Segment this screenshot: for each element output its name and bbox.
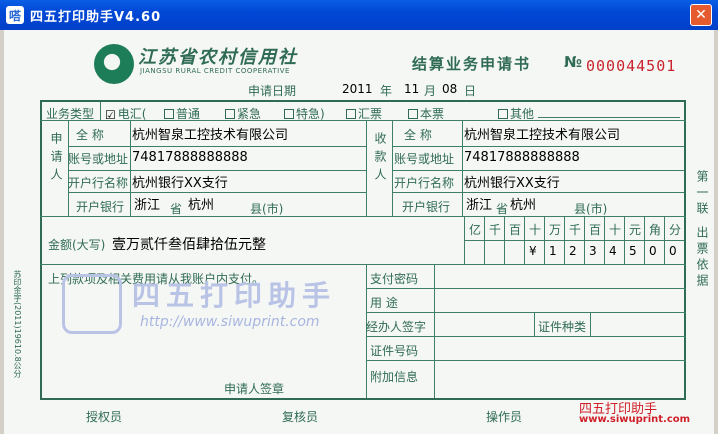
payee-province-unit: 省 (496, 202, 509, 216)
digit-header: 亿 (469, 223, 482, 237)
app-icon: 嗒 (6, 6, 24, 24)
digit-divider (584, 216, 585, 264)
extra-info-label: 附加信息 (370, 370, 419, 384)
payee-section-label: 收款人 (373, 132, 387, 186)
digit-divider (664, 216, 665, 264)
digit-header: 千 (489, 223, 502, 237)
digit-value[interactable]: 2 (569, 244, 577, 258)
digit-divider (504, 216, 505, 264)
digit-header: 百 (589, 223, 602, 237)
digit-value[interactable]: ¥ (529, 244, 537, 258)
payee-city[interactable]: 杭州 (510, 194, 536, 213)
bank-name: 江苏省农村信用社 (138, 47, 298, 68)
watermark-logo-icon (62, 274, 122, 334)
digit-divider (564, 216, 565, 264)
window-title: 四五打印助手V4.60 (30, 9, 162, 25)
payment-password-label: 支付密码 (370, 272, 419, 286)
applicant-bank-label: 开户行名称 (68, 176, 129, 190)
payee-bank-label: 开户行名称 (394, 176, 455, 190)
digit-header: 十 (609, 223, 622, 237)
digit-value[interactable]: 0 (669, 244, 677, 258)
digit-header: 元 (629, 223, 642, 237)
applicant-section-label: 申请人 (49, 132, 63, 186)
digit-divider (544, 216, 545, 264)
copy-note: 第一联 出票依据 (695, 170, 709, 290)
digit-value[interactable]: 0 (649, 244, 657, 258)
applicant-province-unit: 省 (170, 202, 183, 216)
payee-province[interactable]: 浙江 (466, 194, 492, 213)
frame-left (40, 100, 42, 400)
digit-divider (604, 216, 605, 264)
date-label: 申请日期 (248, 84, 297, 98)
applicant-account[interactable]: 74817888888888 (132, 150, 248, 165)
digit-header: 万 (549, 223, 562, 237)
digit-divider (484, 216, 485, 264)
payee-account-label: 账号或地址 (394, 152, 455, 166)
date-month-unit: 月 (424, 84, 437, 98)
applicant-city[interactable]: 杭州 (188, 194, 214, 213)
authorizer-label: 授权员 (86, 410, 123, 424)
digit-header: 十 (529, 223, 542, 237)
digit-value[interactable]: 1 (549, 244, 557, 258)
payee-name-label: 全 称 (404, 128, 432, 142)
frame-top (40, 100, 686, 102)
date-day[interactable]: 08 (442, 82, 457, 96)
payee-account[interactable]: 74817888888888 (464, 150, 580, 165)
payee-city-unit: 县(市) (574, 202, 608, 216)
operator-label: 操作员 (486, 410, 523, 424)
digit-value[interactable]: 4 (609, 244, 617, 258)
applicant-city-unit: 县(市) (250, 202, 284, 216)
id-number-label: 证件号码 (370, 344, 419, 358)
checkbox-icon (346, 109, 356, 119)
form-title: 结算业务申请书 (412, 55, 532, 73)
digit-divider (644, 216, 645, 264)
handler-signature-label: 经办人签字 (366, 320, 427, 334)
applicant-open-bank-label: 开户银行 (76, 200, 125, 214)
watermark-url: http://www.siwuprint.com (140, 314, 320, 330)
id-type-label: 证件种类 (538, 320, 587, 334)
digit-value[interactable]: 3 (589, 244, 597, 258)
watermark-text: 四五打印助手 (132, 279, 337, 312)
payee-name[interactable]: 杭州智泉工控技术有限公司 (464, 124, 620, 143)
digit-header: 千 (569, 223, 582, 237)
settlement-form: 江苏省农村信用社 JIANGSU RURAL CREDIT COOPERATIV… (4, 30, 714, 434)
applicant-bank[interactable]: 杭州银行XX支行 (132, 172, 228, 191)
applicant-province[interactable]: 浙江 (134, 194, 160, 213)
purpose-label: 用 途 (370, 296, 398, 310)
digit-header: 分 (669, 223, 682, 237)
checkbox-icon (164, 109, 174, 119)
digit-header: 角 (649, 223, 662, 237)
applicant-signature-label: 申请人签章 (224, 382, 285, 396)
digit-value[interactable]: 5 (629, 244, 637, 258)
payee-bank[interactable]: 杭州银行XX支行 (464, 172, 560, 191)
close-button[interactable]: ✕ (690, 4, 712, 26)
checkbox-icon (284, 109, 294, 119)
amount-words[interactable]: 壹万贰仟叁佰肆拾伍元整 (112, 234, 266, 254)
title-bar: 嗒 四五打印助手V4.60 ✕ (0, 0, 718, 30)
applicant-name-label: 全 称 (76, 128, 104, 142)
reviewer-label: 复核员 (282, 410, 319, 424)
payee-open-bank-label: 开户银行 (402, 200, 451, 214)
checkbox-icon (408, 109, 418, 119)
applicant-name[interactable]: 杭州智泉工控技术有限公司 (132, 124, 288, 143)
amount-words-label: 金额(大写) (48, 238, 106, 252)
frame-right (684, 100, 686, 400)
digit-header: 百 (509, 223, 522, 237)
serial-number-label: № (564, 53, 583, 71)
bank-logo-icon (94, 44, 134, 84)
digit-divider (524, 216, 525, 264)
bank-english-name: JIANGSU RURAL CREDIT COOPERATIVE (140, 67, 290, 75)
date-day-unit: 日 (464, 84, 477, 98)
date-month[interactable]: 11 (404, 82, 419, 96)
date-year[interactable]: 2011 (342, 82, 373, 96)
applicant-account-label: 账号或地址 (68, 152, 129, 166)
serial-number: 000044501 (586, 57, 677, 75)
digit-divider (624, 216, 625, 264)
print-note: 苏印金字(2011)19610.8公分 (13, 270, 22, 378)
checkbox-icon (225, 109, 235, 119)
checkbox-icon (498, 109, 508, 119)
date-year-unit: 年 (380, 84, 393, 98)
brand-url: www.siwuprint.com (579, 414, 691, 425)
